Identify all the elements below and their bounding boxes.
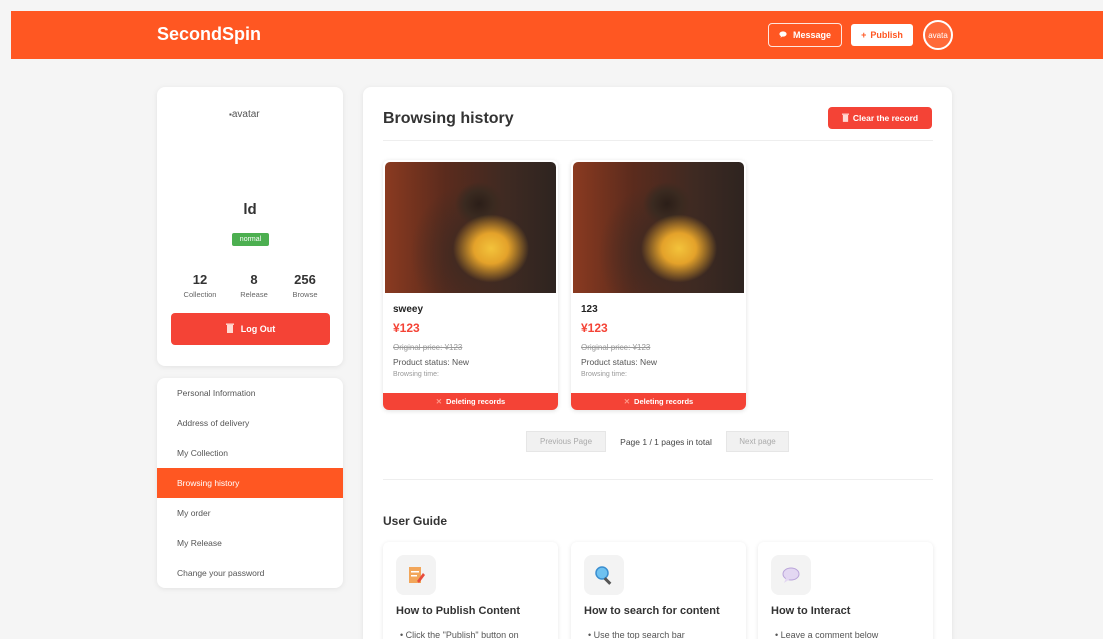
sidebar-item-my-collection[interactable]: My Collection — [157, 438, 343, 468]
product-status: Product status: New — [581, 357, 658, 367]
product-image[interactable] — [573, 162, 744, 293]
message-label: Message — [792, 30, 832, 40]
page-info: Page 1 / 1 pages in total — [620, 436, 712, 447]
user-guide-title: User Guide — [383, 514, 448, 528]
divider — [383, 140, 933, 141]
stat-browse[interactable]: 256 Browse — [275, 272, 335, 299]
close-icon: ✕ — [623, 397, 631, 406]
delete-record-label: Deleting records — [446, 397, 506, 406]
clear-record-label: Clear the record — [852, 113, 919, 123]
product-price: ¥123 — [393, 321, 420, 335]
previous-page-button[interactable]: Previous Page — [526, 431, 606, 452]
delete-record-button[interactable]: ✕ Deleting records — [571, 393, 746, 410]
browsing-history-panel: Browsing history Clear the record sweey … — [363, 87, 952, 639]
clear-record-button[interactable]: Clear the record — [828, 107, 932, 129]
delete-record-button[interactable]: ✕ Deleting records — [383, 393, 558, 410]
status-badge: normal — [232, 233, 269, 246]
product-name: 123 — [581, 304, 598, 315]
username: ld — [243, 201, 257, 218]
message-button[interactable]: Message — [768, 23, 842, 47]
logout-label: Log Out — [240, 324, 276, 334]
product-original-price: Original price: ¥123 — [393, 343, 463, 352]
stat-value: 256 — [294, 272, 316, 287]
stat-collection[interactable]: 12 Collection — [170, 272, 230, 299]
avatar-alt-text: avatar — [231, 109, 260, 120]
top-navbar: SecondSpin Message + Publish avata — [11, 11, 1103, 59]
product-price: ¥123 — [581, 321, 608, 335]
page-title: Browsing history — [383, 110, 514, 127]
stat-value: 12 — [192, 272, 208, 287]
sidebar-item-my-order[interactable]: My order — [157, 498, 343, 528]
profile-card: ▪avatar ld normal 12 Collection 8 Releas… — [157, 87, 343, 366]
chat-bubble-icon — [779, 30, 787, 40]
product-status: Product status: New — [393, 357, 470, 367]
magnifier-icon — [584, 555, 624, 595]
guide-card-text-content: Use the top search bar — [593, 630, 685, 639]
logout-button[interactable]: Log Out — [171, 313, 330, 345]
product-name: sweey — [393, 304, 424, 315]
stat-label: Collection — [183, 290, 217, 299]
publish-button[interactable]: + Publish — [851, 24, 913, 46]
guide-card-title: How to Publish Content — [396, 605, 521, 617]
stat-label: Browse — [292, 290, 318, 299]
guide-card-text-content: Click the "Publish" button on — [405, 630, 519, 639]
product-card[interactable]: 123 ¥123 Original price: ¥123 Product st… — [571, 160, 746, 410]
browsing-time: Browsing time: — [393, 371, 439, 378]
plus-icon: + — [861, 30, 867, 40]
pencil-note-icon — [396, 555, 436, 595]
guide-card-text: • Use the top search bar — [588, 630, 685, 639]
brand-logo[interactable]: SecondSpin — [157, 24, 261, 45]
close-icon: ✕ — [435, 397, 443, 406]
avatar-alt-text: avata — [928, 30, 948, 40]
product-card[interactable]: sweey ¥123 Original price: ¥123 Product … — [383, 160, 558, 410]
guide-card-search: How to search for content • Use the top … — [571, 542, 746, 639]
guide-card-text-content: Leave a comment below — [780, 630, 879, 639]
guide-card-interact: How to Interact • Leave a comment below — [758, 542, 933, 639]
publish-label: Publish — [870, 30, 903, 40]
profile-avatar: ▪avatar — [229, 109, 260, 120]
avatar[interactable]: avata — [923, 20, 953, 50]
guide-card-text: • Leave a comment below — [775, 630, 879, 639]
product-original-price: Original price: ¥123 — [581, 343, 651, 352]
sidebar-item-personal-information[interactable]: Personal Information — [157, 378, 343, 408]
guide-card-title: How to search for content — [584, 605, 720, 617]
speech-bubble-icon — [771, 555, 811, 595]
trash-icon — [841, 113, 849, 124]
guide-card-publish: How to Publish Content • Click the "Publ… — [383, 542, 558, 639]
divider — [383, 479, 933, 480]
next-page-button[interactable]: Next page — [726, 431, 789, 452]
guide-card-text: • Click the "Publish" button on — [400, 630, 519, 639]
sidebar-item-address-of-delivery[interactable]: Address of delivery — [157, 408, 343, 438]
browsing-time: Browsing time: — [581, 371, 627, 378]
product-image[interactable] — [385, 162, 556, 293]
sidebar-item-change-password[interactable]: Change your password — [157, 558, 343, 588]
sidebar-menu: Personal Information Address of delivery… — [157, 378, 343, 588]
sidebar-item-my-release[interactable]: My Release — [157, 528, 343, 558]
trash-icon — [225, 323, 234, 335]
sidebar-item-browsing-history[interactable]: Browsing history — [157, 468, 343, 498]
guide-card-title: How to Interact — [771, 605, 851, 617]
delete-record-label: Deleting records — [634, 397, 694, 406]
